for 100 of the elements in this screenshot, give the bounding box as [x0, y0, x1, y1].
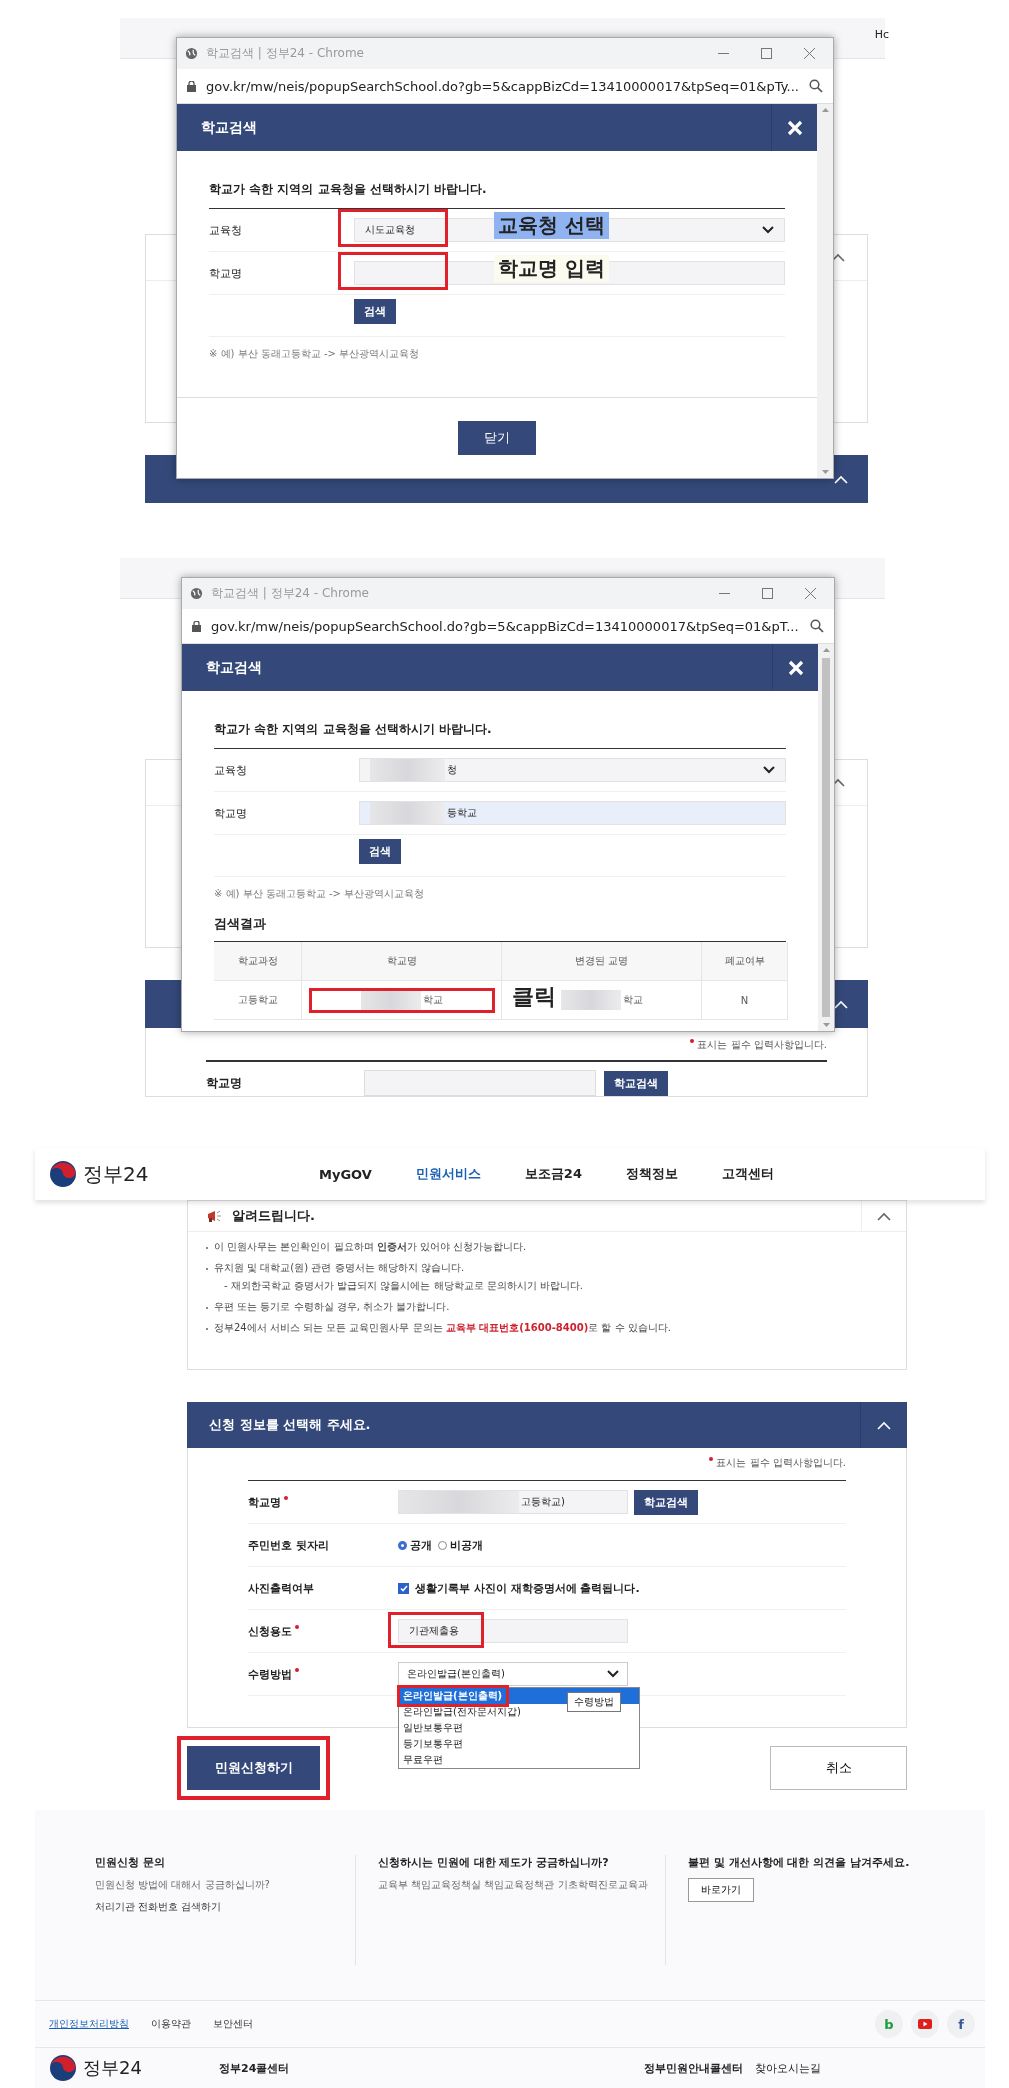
nav-item[interactable]: 보조금24	[524, 1165, 582, 1183]
input-field[interactable]	[364, 1070, 596, 1096]
school-search-button[interactable]: 학교검색	[634, 1489, 698, 1515]
header-text: Hc	[874, 28, 889, 41]
field-label: 수령방법	[248, 1666, 292, 1682]
footer-heading: 찾아오시는길	[755, 2060, 821, 2076]
notice-title: 알려드립니다.	[232, 1207, 315, 1225]
input-field[interactable]: 기관제출용	[398, 1619, 628, 1643]
nav-item[interactable]: 정책정보	[625, 1165, 678, 1183]
column-header: 학교명	[302, 942, 502, 981]
chevron-up-icon[interactable]	[831, 253, 845, 262]
footer-link[interactable]: 보안센터	[213, 2017, 253, 2031]
radio-option[interactable]: 비공개	[438, 1537, 483, 1553]
example-text: ※ 예) 부산 동래고등학교 -> 부산광역시교육청	[209, 347, 421, 361]
footer-heading: 정부24콜센터	[219, 2060, 290, 2076]
field-label: 교육청	[209, 222, 243, 238]
field-label: 사진출력여부	[248, 1580, 314, 1596]
dropdown-option[interactable]: 무료우편	[399, 1752, 639, 1768]
notice-item: 정부24에서 서비스 되는 모든 교육민원사무 문의는 교육부 대표번호(1600-8400)로 할 수 있습니다.	[206, 1321, 888, 1335]
url-text: gov.kr/mw/neis/popupSearchSchool.do?gb=5&cappBizCd=13410000017&tpSeq=01&pT...	[211, 618, 800, 634]
results-title: 검색결과	[214, 915, 267, 933]
info-title: 불편 및 개선사항에 대한 의견을 남겨주세요.	[688, 1855, 911, 1870]
field-label: 학교명	[206, 1074, 243, 1092]
radio-option[interactable]: 공개	[398, 1537, 432, 1553]
url-text: gov.kr/mw/neis/popupSearchSchool.do?gb=5&cappBizCd=13410000017&tpSeq=01&pTy...	[206, 78, 799, 94]
school-search-button[interactable]: 학교검색	[604, 1070, 668, 1096]
search-button[interactable]: 검색	[354, 299, 396, 324]
notice-item: 우편 또는 등기로 수령하실 경우, 취소가 불가합니다.	[206, 1300, 888, 1314]
footer-link[interactable]: 이용약관	[151, 2017, 191, 2031]
logo-icon	[49, 2054, 77, 2082]
section-title: 신청 정보를 선택해 주세요.	[209, 1416, 371, 1434]
search-button[interactable]: 검색	[359, 839, 401, 864]
dialog-title: 학교검색	[206, 658, 262, 677]
field-label: 학교명	[214, 805, 248, 821]
select-field[interactable]: 청	[359, 758, 786, 782]
nav-item[interactable]: MyGOV	[319, 1165, 372, 1183]
close-button[interactable]: 닫기	[458, 421, 536, 455]
field-label: 신청용도	[248, 1623, 292, 1639]
megaphone-icon	[206, 1209, 224, 1223]
table-cell: 고등학교	[214, 981, 302, 1020]
logo-text: 정부24	[83, 2056, 142, 2080]
required-note: 표시는 필수 입력사항입니다.	[697, 1038, 827, 1052]
youtube-button[interactable]	[911, 2010, 939, 2038]
close-icon[interactable]	[805, 588, 816, 599]
close-icon[interactable]	[804, 48, 815, 59]
search-icon[interactable]	[810, 619, 824, 633]
notice-item: 이 민원사무는 본인확인이 필요하며 인증서가 있어야 신청가능합니다.	[206, 1240, 888, 1254]
info-text: 민원신청 방법에 대해서 궁금하십니까?	[95, 1878, 271, 1892]
callout-text: 클릭	[512, 983, 556, 1011]
required-mark	[709, 1457, 714, 1461]
dropdown-option[interactable]: 일반보통우편	[399, 1720, 639, 1736]
scrollbar-thumb[interactable]	[822, 658, 830, 1017]
logo-text[interactable]: 정부24	[83, 1160, 149, 1188]
minimize-icon[interactable]	[719, 592, 730, 595]
maximize-icon[interactable]	[762, 588, 773, 599]
column-header: 변경된 교명	[502, 942, 702, 981]
table-cell: N	[702, 981, 788, 1020]
input-field[interactable]: 등학교	[359, 801, 786, 825]
chevron-down-icon	[762, 226, 774, 234]
field-label: 주민번호 뒷자리	[248, 1537, 329, 1553]
chevron-up-icon[interactable]	[877, 1211, 891, 1221]
cancel-button[interactable]: 취소	[770, 1746, 907, 1790]
logo-icon	[49, 1160, 77, 1188]
footer-heading: 정부민원안내콜센터	[644, 2060, 744, 2076]
info-title: 신청하시는 민원에 대한 제도가 궁금하십니까?	[378, 1855, 610, 1870]
footer-link[interactable]: 개인정보처리방침	[49, 2017, 129, 2031]
input-field[interactable]: 고등학교)	[398, 1490, 628, 1514]
play-icon[interactable]	[918, 2019, 932, 2029]
select-field[interactable]: 온라인발급(본인출력)	[398, 1662, 628, 1686]
required-note: 표시는 필수 입력사항입니다.	[716, 1456, 846, 1470]
maximize-icon[interactable]	[761, 48, 772, 59]
globe-icon	[190, 587, 203, 600]
checkbox-label: 생활기록부 사진이 재학증명서에 출력됩니다.	[415, 1580, 640, 1596]
notice-subitem: - 재외한국학교 증명서가 발급되지 않을시에는 해당학교로 문의하시기 바랍니다.	[223, 1279, 585, 1293]
notice-item: 유치원 및 대학교(원) 관련 증명서는 해당하지 않습니다.	[206, 1261, 888, 1275]
dropdown-option[interactable]: 등기보통우편	[399, 1736, 639, 1752]
nav-item[interactable]: 민원서비스	[415, 1165, 481, 1183]
shortcut-button[interactable]: 바로가기	[688, 1878, 754, 1902]
submit-button[interactable]: 민원신청하기	[187, 1746, 320, 1790]
info-title: 민원신청 문의	[95, 1855, 166, 1870]
search-icon[interactable]	[809, 79, 823, 93]
nav-item[interactable]: 고객센터	[721, 1165, 774, 1183]
table-cell[interactable]: 학교	[302, 981, 502, 1020]
callout-text: 교육청 선택	[494, 212, 609, 239]
window-title: 학교검색 | 정부24 - Chrome	[211, 585, 369, 602]
checkbox[interactable]	[398, 1582, 409, 1594]
instruction-text: 학교가 속한 지역의 교육청을 선택하시기 바랍니다.	[214, 721, 786, 749]
field-label: 교육청	[214, 762, 248, 778]
lock-icon	[192, 620, 201, 632]
callout-text: 학교명 입력	[494, 255, 609, 282]
instruction-text: 학교가 속한 지역의 교육청을 선택하시기 바랍니다.	[209, 181, 785, 209]
minimize-icon[interactable]	[718, 52, 729, 55]
example-text: ※ 예) 부산 동래고등학교 -> 부산광역시교육청	[214, 887, 426, 901]
chevron-down-icon	[763, 766, 775, 774]
column-header: 학교과정	[214, 942, 302, 981]
window-title: 학교검색 | 정부24 - Chrome	[206, 45, 364, 62]
info-text[interactable]: 처리기관 전화번호 검색하기	[95, 1900, 341, 1914]
field-label: 학교명	[248, 1494, 281, 1510]
dialog-title: 학교검색	[201, 118, 257, 137]
facebook-button[interactable]: f	[947, 2010, 975, 2038]
